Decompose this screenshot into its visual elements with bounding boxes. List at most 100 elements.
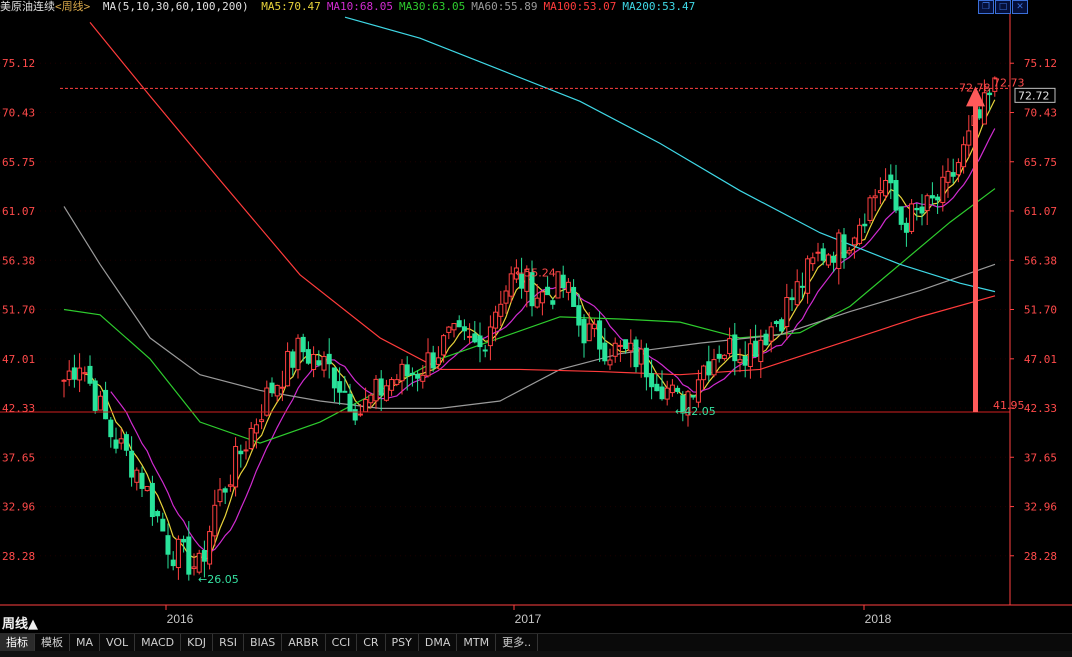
period-selector[interactable]: 周线▲ bbox=[2, 613, 38, 632]
price-tick-label: 56.38 bbox=[1024, 254, 1057, 267]
annotation-high-2017: ←55.24 bbox=[515, 266, 556, 279]
candle-body bbox=[539, 291, 545, 304]
annotation-peak-alt: 72.78 bbox=[959, 81, 991, 94]
toolbar-item-13[interactable]: MTM bbox=[457, 634, 497, 651]
candle-body bbox=[321, 356, 327, 371]
close-icon[interactable]: ✕ bbox=[1012, 0, 1028, 14]
left-price-label: 47.01 bbox=[2, 353, 35, 366]
toolbar-item-2[interactable]: MA bbox=[70, 634, 101, 651]
indicator-toolbar: 指标 模板 MA VOL MACD KDJ RSI BIAS ARBR CCI CR PSY DMA MT… bbox=[0, 633, 1072, 651]
toolbar-item-0[interactable]: 指标 bbox=[0, 634, 35, 651]
candle-body bbox=[217, 489, 223, 503]
candle-body bbox=[773, 321, 779, 325]
ma30-line bbox=[63, 188, 996, 444]
candle-body bbox=[103, 389, 109, 420]
toolbar-item-11[interactable]: PSY bbox=[386, 634, 419, 651]
candle-body bbox=[227, 484, 233, 487]
candle-body bbox=[841, 234, 847, 259]
ma200-line bbox=[344, 16, 996, 293]
candle-body bbox=[394, 379, 400, 385]
ma-value-2: MA30:63.05 bbox=[399, 0, 466, 13]
candle-body bbox=[898, 206, 904, 225]
fullscreen-icon[interactable]: □ bbox=[995, 0, 1011, 14]
candle-body bbox=[617, 344, 623, 347]
price-tick-label: 51.70 bbox=[1024, 304, 1057, 317]
ma-value-4: MA100:53.07 bbox=[543, 0, 617, 13]
price-tick-label: 42.33 bbox=[1024, 402, 1057, 415]
candle-body bbox=[243, 449, 249, 452]
candle-body bbox=[425, 352, 431, 377]
candle-body bbox=[279, 386, 285, 389]
candles bbox=[61, 76, 998, 581]
candle-body bbox=[196, 552, 202, 573]
chart-header: 美原油连续<周线> MA(5,10,30,60,100,200) MA5:70.… bbox=[0, 0, 1010, 14]
toolbar-item-14[interactable]: 更多.. bbox=[496, 634, 539, 651]
candle-body bbox=[175, 538, 181, 569]
candle-body bbox=[857, 224, 863, 244]
candle-body bbox=[357, 413, 363, 416]
candle-body bbox=[113, 439, 119, 449]
annotation-support: 41.95 bbox=[993, 399, 1025, 412]
left-price-label: 51.70 bbox=[2, 304, 35, 317]
candle-body bbox=[207, 531, 213, 565]
restore-icon[interactable]: ❐ bbox=[978, 0, 994, 14]
toolbar-item-1[interactable]: 模板 bbox=[35, 634, 70, 651]
ma-value-5: MA200:53.47 bbox=[622, 0, 696, 13]
candle-body bbox=[784, 297, 790, 328]
price-tick-label: 65.75 bbox=[1024, 156, 1057, 169]
candle-body bbox=[399, 363, 405, 382]
candle-body bbox=[914, 207, 920, 211]
candle-body bbox=[285, 350, 291, 387]
candle-body bbox=[181, 538, 187, 543]
candle-body bbox=[451, 323, 457, 331]
toolbar-item-4[interactable]: MACD bbox=[135, 634, 182, 651]
toolbar-item-12[interactable]: DMA bbox=[419, 634, 458, 651]
toolbar-item-6[interactable]: RSI bbox=[213, 634, 244, 651]
left-price-label: 75.12 bbox=[2, 57, 35, 70]
candle-body bbox=[472, 333, 478, 343]
candle-body bbox=[550, 300, 556, 305]
ma60-line bbox=[63, 206, 996, 409]
candle-body bbox=[623, 339, 629, 349]
toolbar-item-5[interactable]: KDJ bbox=[181, 634, 214, 651]
candlestick-chart[interactable]: 75.12 75.12 70.43 70.43 65.75 65.75 61.07 61.07… bbox=[0, 0, 1072, 657]
candle-body bbox=[727, 338, 733, 355]
candle-body bbox=[456, 320, 462, 328]
candle-body bbox=[732, 334, 738, 362]
price-tick-label: 28.28 bbox=[1024, 550, 1057, 563]
candle-body bbox=[758, 339, 764, 363]
candle-body bbox=[461, 326, 467, 332]
ma-value-1: MA10:68.05 bbox=[326, 0, 394, 13]
candle-body bbox=[591, 323, 597, 330]
candle-body bbox=[779, 319, 785, 332]
time-axis: 2016 2017 2018 bbox=[165, 605, 892, 626]
candle-body bbox=[191, 566, 197, 570]
candle-body bbox=[477, 335, 483, 348]
candle-body bbox=[373, 378, 379, 402]
candle-body bbox=[571, 286, 577, 307]
candle-body bbox=[909, 203, 915, 232]
candle-body bbox=[820, 248, 826, 261]
candle-body bbox=[836, 232, 842, 270]
status-bar bbox=[0, 651, 1072, 657]
candle-body bbox=[503, 290, 509, 304]
toolbar-item-8[interactable]: ARBR bbox=[282, 634, 326, 651]
candle-body bbox=[695, 379, 701, 403]
candle-body bbox=[945, 170, 951, 183]
toolbar-item-10[interactable]: CR bbox=[357, 634, 386, 651]
candle-body bbox=[134, 469, 140, 483]
candle-body bbox=[446, 326, 452, 333]
toolbar-item-3[interactable]: VOL bbox=[100, 634, 136, 651]
ma-config: MA(5,10,30,60,100,200) bbox=[102, 0, 249, 13]
candle-body bbox=[607, 359, 613, 366]
candle-body bbox=[108, 419, 114, 438]
toolbar-item-7[interactable]: BIAS bbox=[244, 634, 283, 651]
price-tick-label: 47.01 bbox=[1024, 353, 1057, 366]
toolbar-item-9[interactable]: CCI bbox=[326, 634, 358, 651]
candle-body bbox=[305, 349, 311, 364]
candle-body bbox=[903, 222, 909, 233]
candle-body bbox=[378, 378, 384, 396]
candle-body bbox=[716, 353, 722, 359]
candle-body bbox=[441, 335, 447, 356]
ma-value-0: MA5:70.47 bbox=[261, 0, 321, 13]
